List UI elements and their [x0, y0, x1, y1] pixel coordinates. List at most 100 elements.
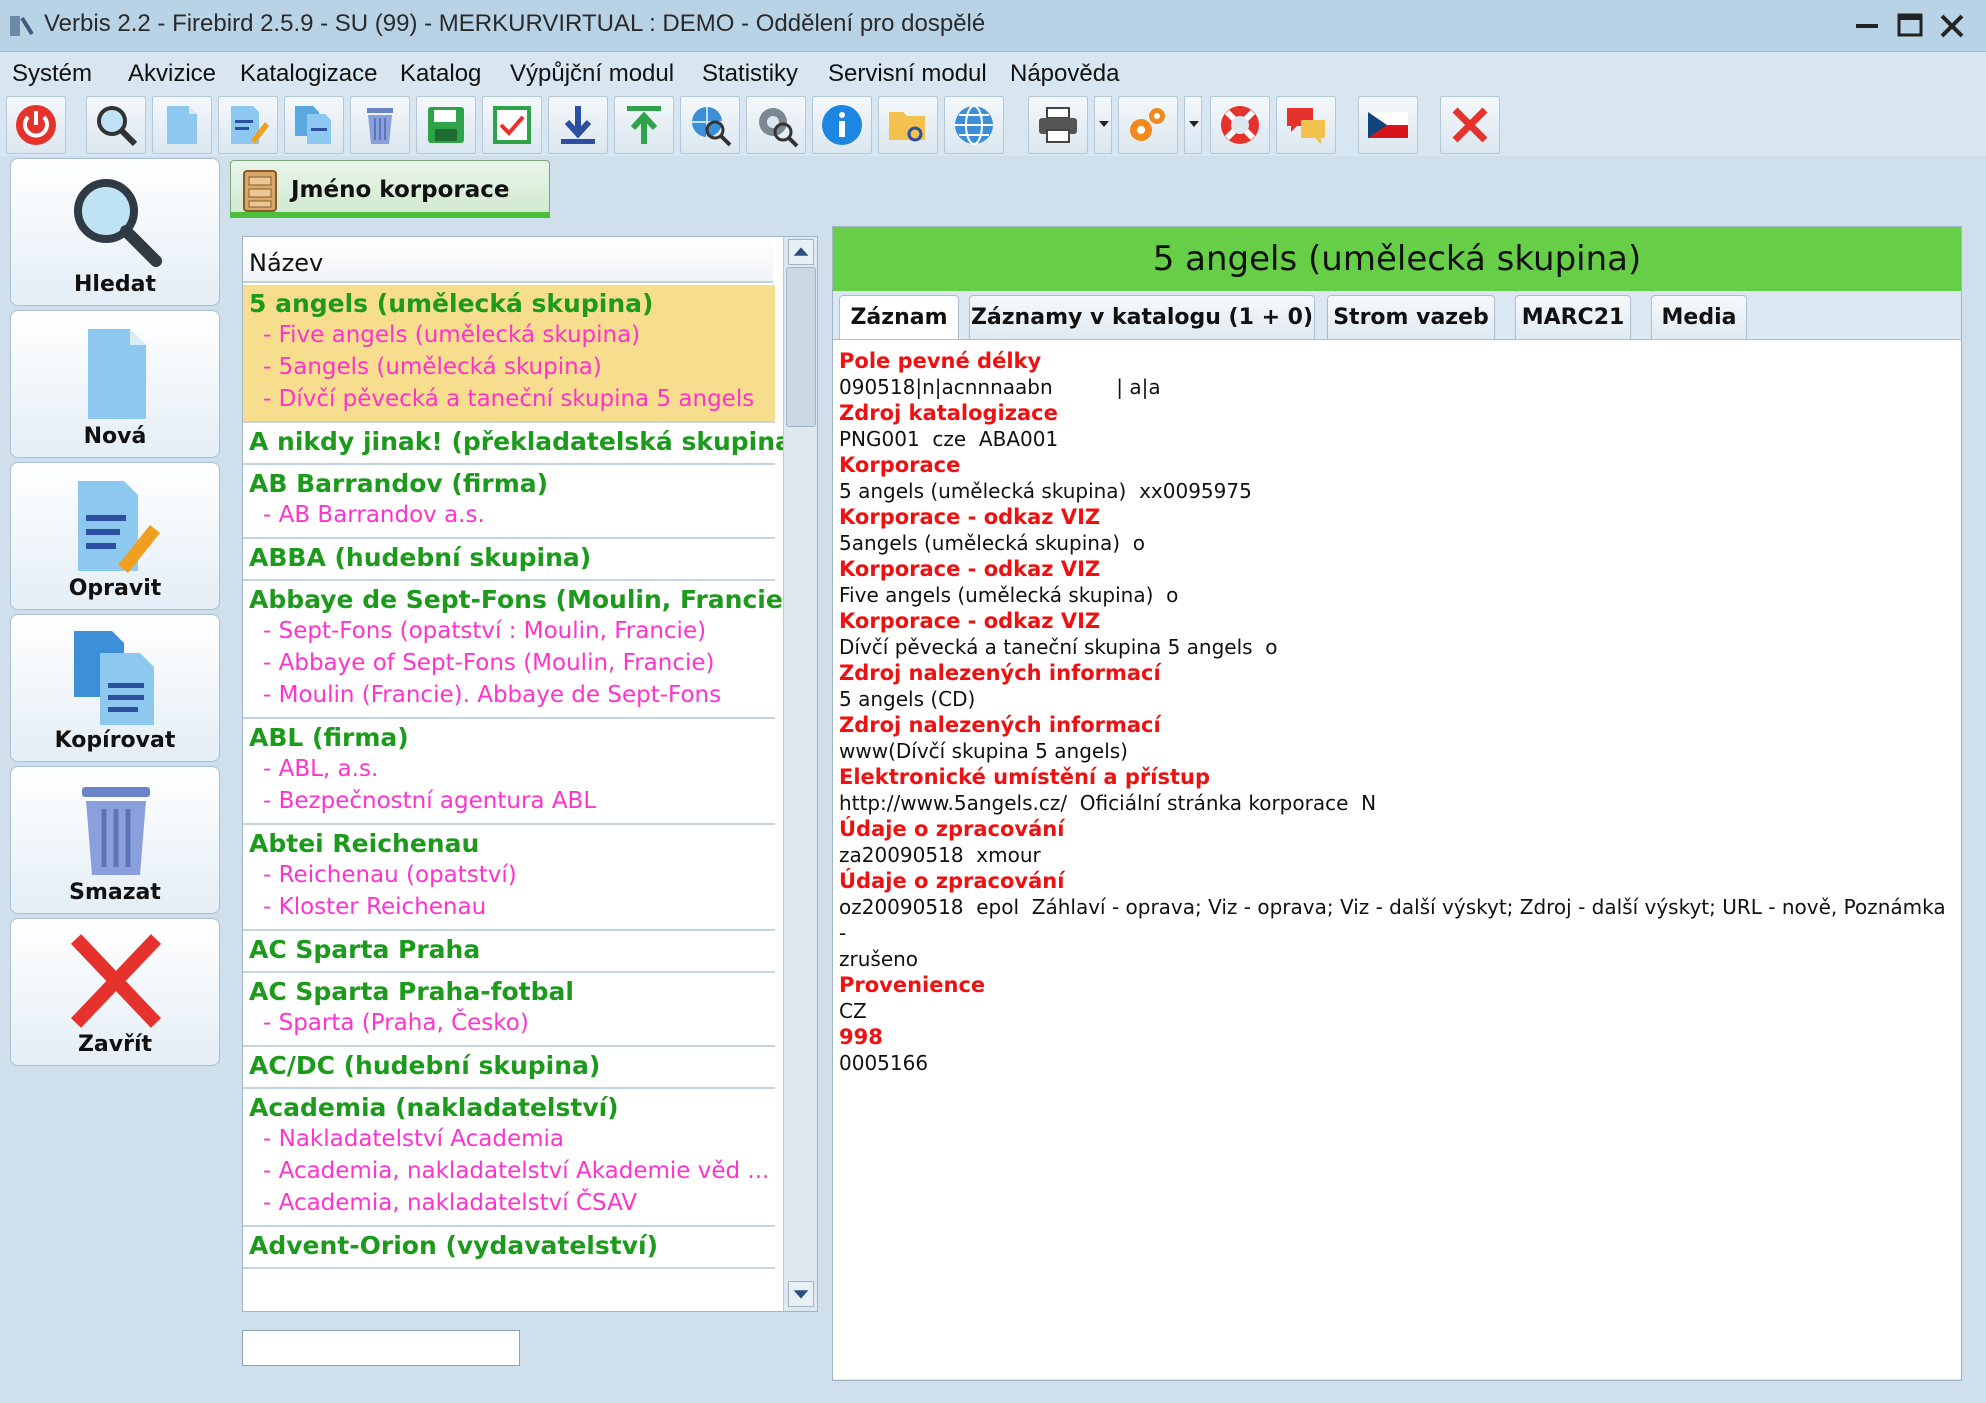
scroll-up-button[interactable] [788, 239, 814, 265]
settings-search-toolbar-button[interactable] [746, 96, 806, 154]
tab-zaznamy-v-katalogu[interactable]: Záznamy v katalogu (1 + 0) [969, 295, 1315, 339]
list-item-alias: - Academia, nakladatelství ČSAV [263, 1190, 638, 1216]
list-item[interactable]: Abbaye de Sept-Fons (Moulin, Francie) - S… [243, 581, 795, 719]
list-item[interactable]: Abtei Reichenau - Reichenau (opatství) - K… [243, 825, 775, 931]
field-value: 5angels (umělecká skupina) o [839, 531, 1145, 555]
field-value: www(Dívčí skupina 5 angels) [839, 739, 1128, 763]
new-document-icon [88, 329, 146, 419]
menu-system[interactable]: Systém [12, 60, 92, 88]
window-close-icon[interactable] [1934, 8, 1970, 44]
list-item-alias: - Dívčí pěvecká a taneční skupina 5 ange… [263, 386, 755, 412]
print-dropdown[interactable] [1094, 96, 1112, 154]
list-item-title: Abbaye de Sept-Fons (Moulin, Francie) [249, 585, 795, 614]
chat-toolbar-button[interactable] [1276, 96, 1336, 154]
gears-dropdown[interactable] [1184, 96, 1202, 154]
list-item[interactable]: Advent-Orion (vydavatelství) [243, 1227, 775, 1269]
quick-search-input[interactable] [242, 1330, 520, 1366]
list-item-alias: - Bezpečnostní agentura ABL [263, 788, 597, 814]
maximize-icon[interactable] [1892, 8, 1928, 44]
import-toolbar-button[interactable] [548, 96, 608, 154]
list-item[interactable]: AC/DC (hudební skupina) [243, 1047, 775, 1089]
export-toolbar-button[interactable] [614, 96, 674, 154]
list-entries: 5 angels (umělecká skupina) - Five angels… [243, 285, 804, 1269]
list-item[interactable]: AB Barrandov (firma) - AB Barrandov a.s. [243, 465, 775, 539]
menu-katalogizace[interactable]: Katalogizace [240, 60, 377, 88]
copy-toolbar-button[interactable] [284, 96, 344, 154]
tab-strom-vazeb[interactable]: Strom vazeb [1327, 295, 1495, 339]
save-toolbar-button[interactable] [416, 96, 476, 154]
list-item-alias: - ABL, a.s. [263, 756, 379, 782]
scroll-down-button[interactable] [788, 1281, 814, 1307]
field-value: http://www.5angels.cz/ Oficiální stránka… [839, 791, 1377, 815]
tab-marc21[interactable]: MARC21 [1515, 295, 1631, 339]
copy-button[interactable]: Kopírovat [10, 614, 220, 762]
list-item-title: Advent-Orion (vydavatelství) [249, 1231, 658, 1260]
tab-media[interactable]: Media [1651, 295, 1747, 339]
web-search-toolbar-button[interactable] [680, 96, 740, 154]
list-item[interactable]: Academia (nakladatelství) - Nakladatelstv… [243, 1089, 775, 1227]
settings-search-icon [759, 108, 799, 148]
menu-katalog[interactable]: Katalog [400, 60, 481, 88]
close-icon [70, 934, 162, 1028]
info-toolbar-button[interactable] [812, 96, 872, 154]
new-button[interactable]: Nová [10, 310, 220, 458]
globe-toolbar-button[interactable] [944, 96, 1004, 154]
edit-toolbar-button[interactable] [218, 96, 278, 154]
close-button[interactable]: Zavřít [10, 918, 220, 1066]
edit-button-label: Opravit [68, 576, 162, 601]
tab-underline [230, 212, 550, 218]
menu-servisni-modul[interactable]: Servisní modul [828, 60, 987, 88]
list-item[interactable]: A nikdy jinak! (překladatelská skupina) [243, 423, 804, 465]
edit-button[interactable]: Opravit [10, 462, 220, 610]
new-button-label: Nová [83, 424, 147, 449]
list-column-header[interactable]: Název [243, 237, 773, 283]
list-item-alias: - Kloster Reichenau [263, 894, 487, 920]
folder-link-toolbar-button[interactable] [878, 96, 938, 154]
print-toolbar-button[interactable] [1028, 96, 1088, 154]
gears-toolbar-button[interactable] [1118, 96, 1178, 154]
list-item[interactable]: ABBA (hudební skupina) [243, 539, 775, 581]
new-toolbar-button[interactable] [152, 96, 212, 154]
list-item-title: AB Barrandov (firma) [249, 469, 549, 498]
list-item[interactable]: 5 angels (umělecká skupina) - Five angels… [243, 285, 775, 423]
field-label: 998 [839, 1025, 883, 1049]
list-item-alias: - Abbaye of Sept-Fons (Moulin, Francie) [263, 650, 715, 676]
field-value: CZ [839, 999, 867, 1023]
list-item-title: A nikdy jinak! (překladatelská skupina) [249, 427, 804, 456]
close-toolbar-button[interactable] [1440, 96, 1500, 154]
delete-button[interactable]: Smazat [10, 766, 220, 914]
list-scrollbar[interactable] [783, 237, 817, 1311]
search-button[interactable]: Hledat [10, 158, 220, 306]
lifebuoy-icon [1221, 106, 1259, 144]
toolbar [0, 92, 1986, 156]
list-item-alias: - 5angels (umělecká skupina) [263, 354, 602, 380]
scroll-thumb[interactable] [786, 267, 816, 427]
menu-akvizice[interactable]: Akvizice [128, 60, 216, 88]
help-toolbar-button[interactable] [1210, 96, 1270, 154]
list-item[interactable]: AC Sparta Praha [243, 931, 775, 973]
menu-statistiky[interactable]: Statistiky [702, 60, 798, 88]
delete-toolbar-button[interactable] [350, 96, 410, 154]
power-button[interactable] [6, 96, 66, 154]
list-item-alias: - Moulin (Francie). Abbaye de Sept-Fons [263, 682, 722, 708]
list-item[interactable]: ABL (firma) - ABL, a.s. - Bezpečnostní age… [243, 719, 775, 825]
field-value: 090518|n|acnnnaabn | a|a [839, 375, 1161, 399]
list-item[interactable]: AC Sparta Praha-fotbal - Sparta (Praha, Č… [243, 973, 775, 1047]
minimize-icon[interactable] [1850, 8, 1886, 44]
menu-napoveda[interactable]: Nápověda [1010, 60, 1119, 88]
gears-icon [1130, 108, 1165, 141]
tab-zaznam[interactable]: Záznam [839, 295, 959, 339]
language-toolbar-button[interactable] [1358, 96, 1418, 154]
tab-jmeno-korporace[interactable]: Jméno korporace [230, 160, 550, 218]
record-detail-panel: 5 angels (umělecká skupina) Záznam Zázna… [832, 226, 1962, 1381]
search-toolbar-button[interactable] [86, 96, 146, 154]
field-label: Zdroj nalezených informací [839, 661, 1161, 685]
field-value: Dívčí pěvecká a taneční skupina 5 angels… [839, 635, 1278, 659]
check-toolbar-button[interactable] [482, 96, 542, 154]
field-value: 5 angels (CD) [839, 687, 976, 711]
menu-vypujcni-modul[interactable]: Výpůjční modul [510, 60, 674, 88]
field-label: Údaje o zpracování [839, 869, 1065, 893]
edit-document-icon [78, 481, 160, 573]
search-icon [74, 179, 162, 267]
list-item-title: AC Sparta Praha-fotbal [249, 977, 574, 1006]
